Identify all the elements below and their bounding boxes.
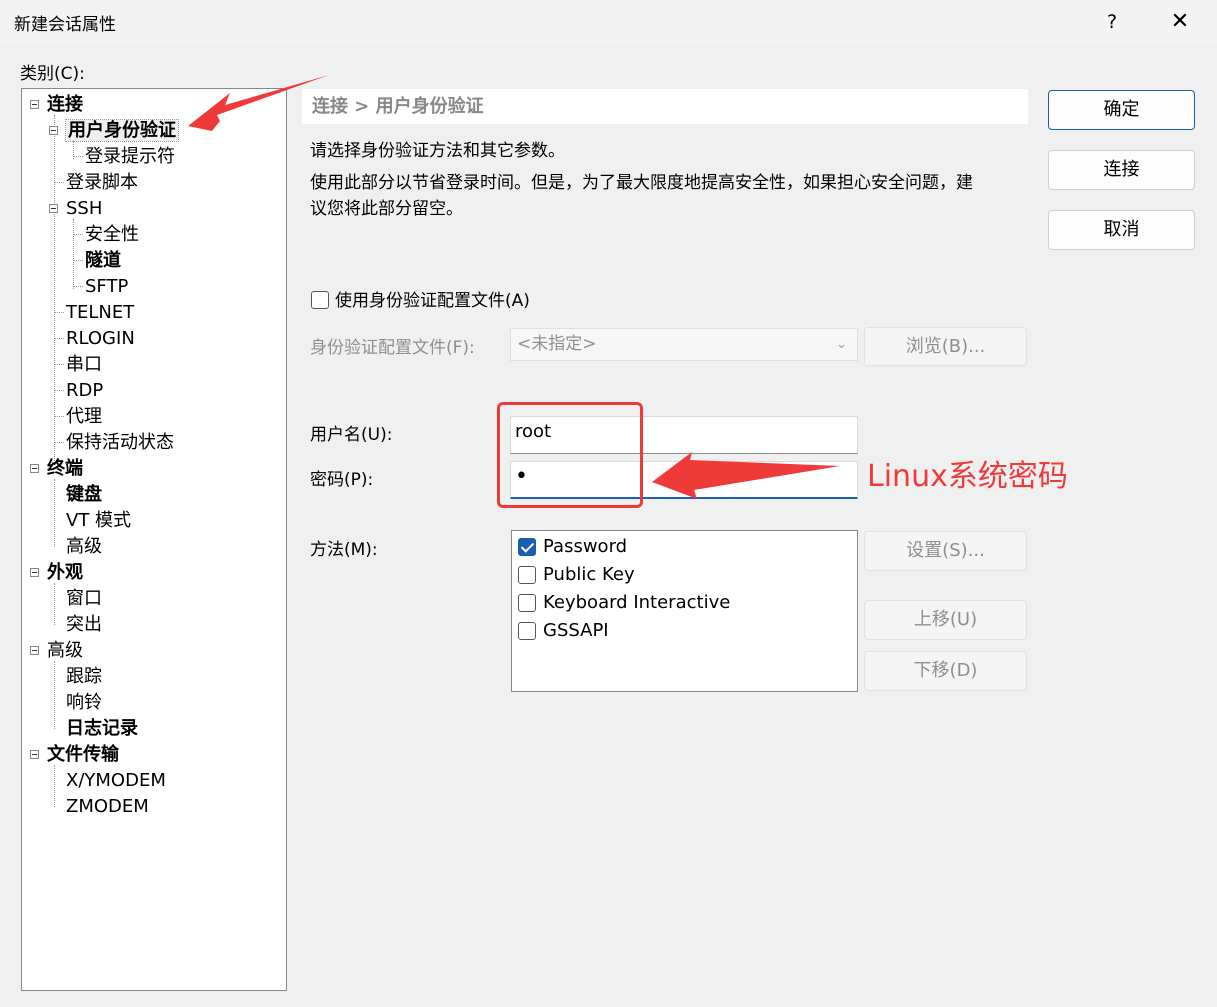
annotation-arrows <box>188 75 840 499</box>
annotation-arrow-tree <box>188 75 329 131</box>
annotation-arrow-password <box>652 452 840 499</box>
